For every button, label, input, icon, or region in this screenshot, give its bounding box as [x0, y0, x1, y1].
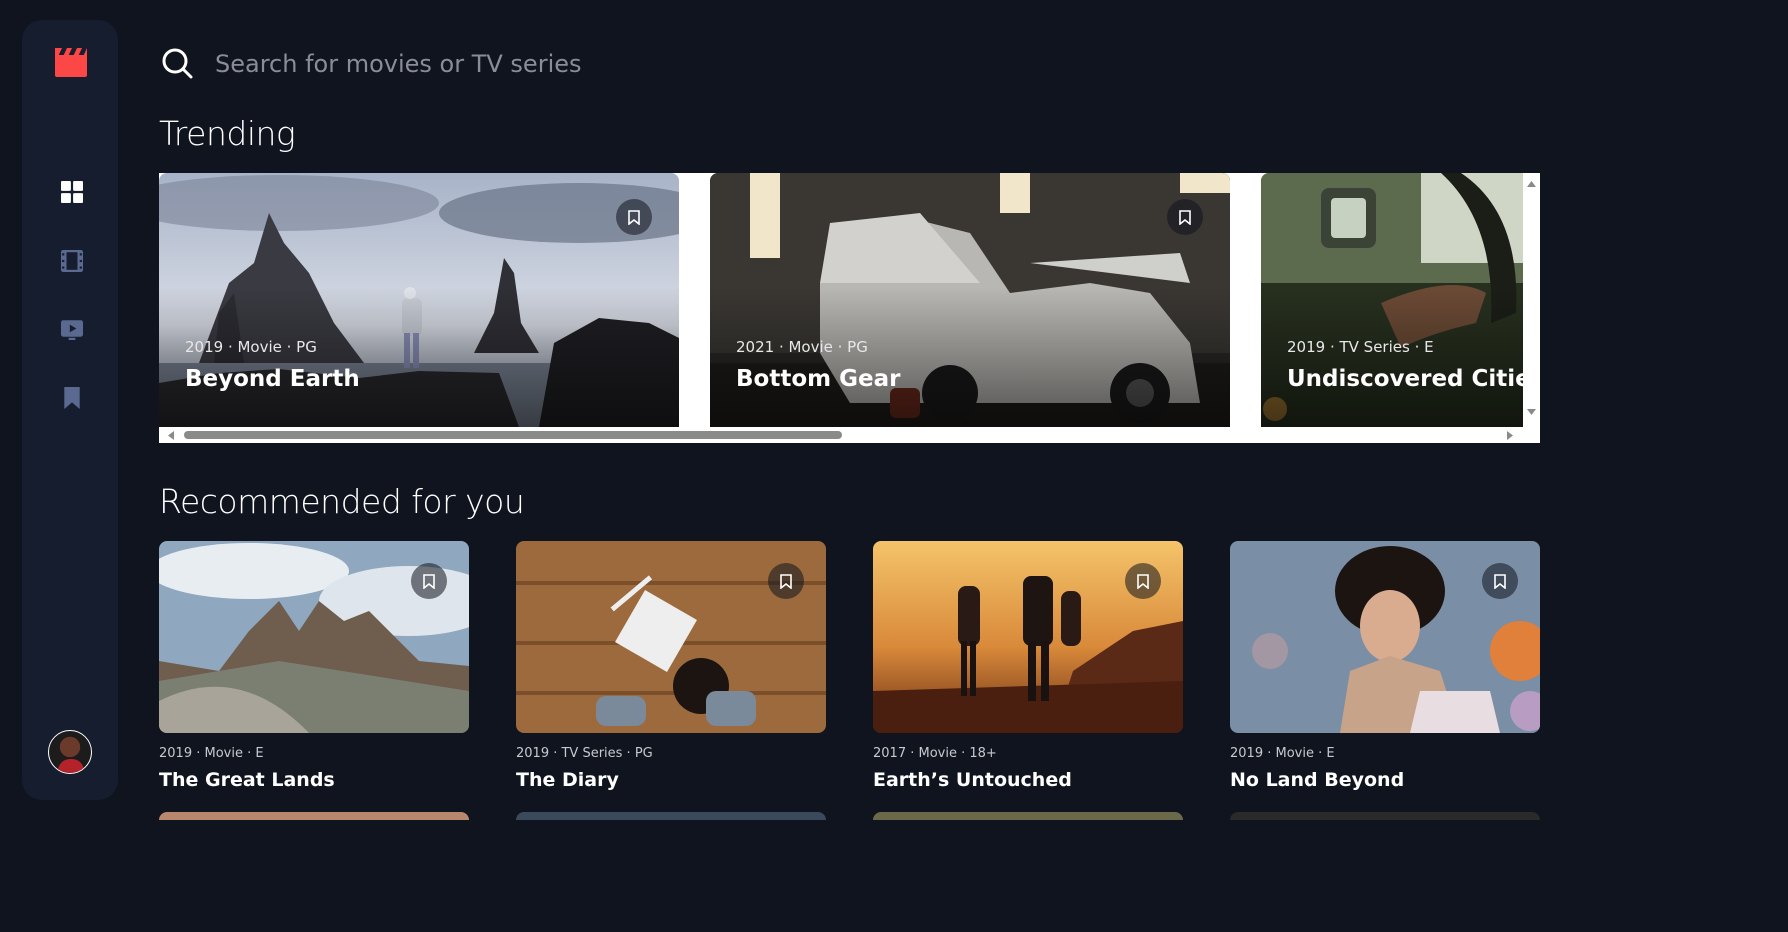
bookmark-button[interactable] — [1167, 199, 1203, 235]
recommended-meta: 2017 · Movie · 18+ — [873, 746, 997, 761]
bookmark-outline-icon — [1137, 573, 1149, 589]
trending-meta: 2019 · TV Series · E — [1287, 338, 1434, 356]
recommended-card-next[interactable] — [873, 812, 1183, 820]
scroll-left-arrow-icon[interactable] — [168, 431, 174, 440]
trending-title: Beyond Earth — [185, 366, 360, 392]
bookmark-outline-icon — [423, 573, 435, 589]
recommended-heading: Recommended for you — [159, 482, 525, 521]
bookmark-button[interactable] — [1125, 563, 1161, 599]
recommended-title: The Great Lands — [159, 769, 335, 791]
bookmark-icon[interactable] — [61, 387, 83, 409]
bookmark-button[interactable] — [411, 563, 447, 599]
recommended-card-next[interactable] — [159, 812, 469, 820]
bookmark-outline-icon — [628, 209, 640, 225]
recommended-card-next[interactable] — [516, 812, 826, 820]
scroll-down-arrow-icon[interactable] — [1527, 409, 1536, 415]
trending-title: Undiscovered Cities — [1287, 366, 1523, 392]
trending-card[interactable]: 2019 · Movie · PG Beyond Earth — [159, 173, 679, 427]
search-icon — [162, 48, 193, 79]
trending-carousel[interactable]: 2019 · Movie · PG Beyond Earth 2021 · Mo… — [159, 173, 1540, 443]
search-input[interactable] — [215, 44, 915, 84]
recommended-meta: 2019 · Movie · E — [1230, 746, 1335, 761]
bookmark-button[interactable] — [768, 563, 804, 599]
trending-heading: Trending — [159, 114, 296, 153]
trending-meta: 2019 · Movie · PG — [185, 338, 317, 356]
recommended-meta: 2019 · Movie · E — [159, 746, 264, 761]
trending-title: Bottom Gear — [736, 366, 901, 392]
sidebar — [22, 20, 118, 800]
trending-card[interactable]: 2021 · Movie · PG Bottom Gear — [710, 173, 1230, 427]
avatar[interactable] — [48, 730, 92, 774]
clapperboard-icon[interactable] — [53, 48, 89, 77]
recommended-card-next[interactable] — [1230, 812, 1540, 820]
horizontal-scrollbar[interactable] — [159, 427, 1523, 443]
recommended-title: No Land Beyond — [1230, 769, 1405, 791]
bookmark-button[interactable] — [616, 199, 652, 235]
trending-meta: 2021 · Movie · PG — [736, 338, 868, 356]
bookmark-button[interactable] — [1482, 563, 1518, 599]
scroll-up-arrow-icon[interactable] — [1527, 181, 1536, 187]
trending-viewport: 2019 · Movie · PG Beyond Earth 2021 · Mo… — [159, 173, 1523, 427]
bookmark-outline-icon — [1179, 209, 1191, 225]
recommended-title: Earth’s Untouched — [873, 769, 1072, 791]
film-icon[interactable] — [61, 250, 83, 272]
recommended-meta: 2019 · TV Series · PG — [516, 746, 653, 761]
scroll-right-arrow-icon[interactable] — [1507, 431, 1513, 440]
vertical-scrollbar[interactable] — [1523, 173, 1540, 427]
page-scrollbar[interactable] — [1558, 0, 1568, 817]
bookmark-outline-icon — [780, 573, 792, 589]
bookmark-outline-icon — [1494, 573, 1506, 589]
recommended-title: The Diary — [516, 769, 619, 791]
scrollbar-thumb[interactable] — [184, 431, 842, 439]
trending-card[interactable]: 2019 · TV Series · E Undiscovered Cities — [1261, 173, 1523, 427]
tv-icon[interactable] — [61, 318, 83, 340]
grid-icon[interactable] — [61, 181, 83, 203]
